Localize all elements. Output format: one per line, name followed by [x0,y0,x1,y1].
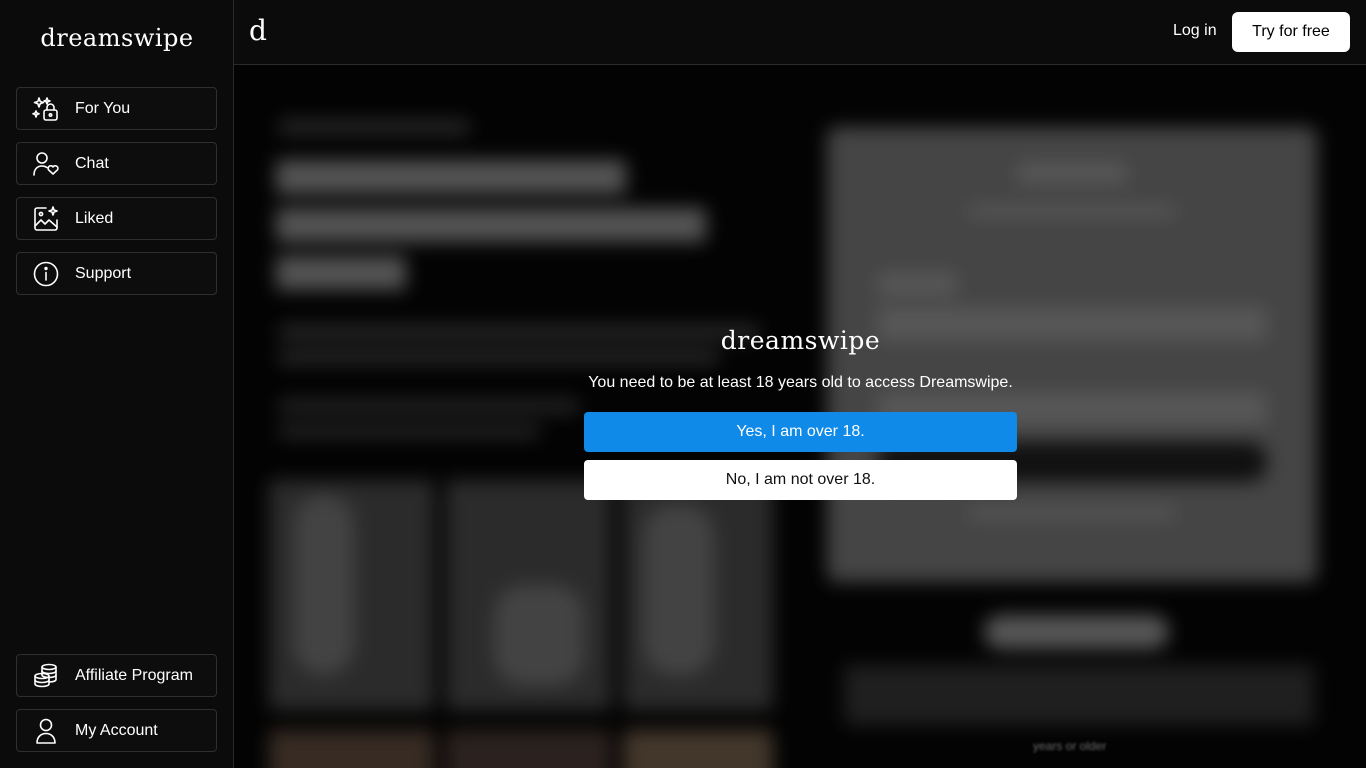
sidebar-item-my-account[interactable]: My Account [16,709,217,752]
sidebar-item-affiliate-program[interactable]: Affiliate Program [16,654,217,697]
age-verification-message: You need to be at least 18 years old to … [588,374,1013,391]
sidebar-item-label: Support [75,264,132,282]
mini-logo[interactable]: d [249,14,267,47]
modal-logo: dreamswipe [720,326,881,355]
sidebar-item-label: My Account [75,721,158,739]
sidebar-item-label: Affiliate Program [75,666,193,684]
user-icon [32,717,60,745]
sidebar-item-label: Liked [75,209,114,227]
blurred-footnote: years or older [1033,739,1107,753]
image-sparkle-icon [32,205,60,233]
sidebar: dreamswipe For You Chat Liked Support Af… [0,0,234,768]
sidebar-item-label: Chat [75,154,109,172]
confirm-over-18-button[interactable]: Yes, I am over 18. [584,412,1017,452]
user-heart-icon [32,150,60,178]
login-link[interactable]: Log in [1173,22,1217,40]
top-bar: d Log in Try for free [234,0,1366,65]
sidebar-item-for-you[interactable]: For You [16,87,217,130]
sidebar-logo[interactable]: dreamswipe [0,24,234,52]
sidebar-item-label: For You [75,99,131,117]
try-for-free-button[interactable]: Try for free [1232,12,1350,52]
coins-stack-icon [32,662,60,690]
sparkle-lock-icon [32,95,60,123]
deny-over-18-button[interactable]: No, I am not over 18. [584,460,1017,500]
sidebar-item-support[interactable]: Support [16,252,217,295]
sidebar-item-liked[interactable]: Liked [16,197,217,240]
info-icon [32,260,60,288]
sidebar-item-chat[interactable]: Chat [16,142,217,185]
